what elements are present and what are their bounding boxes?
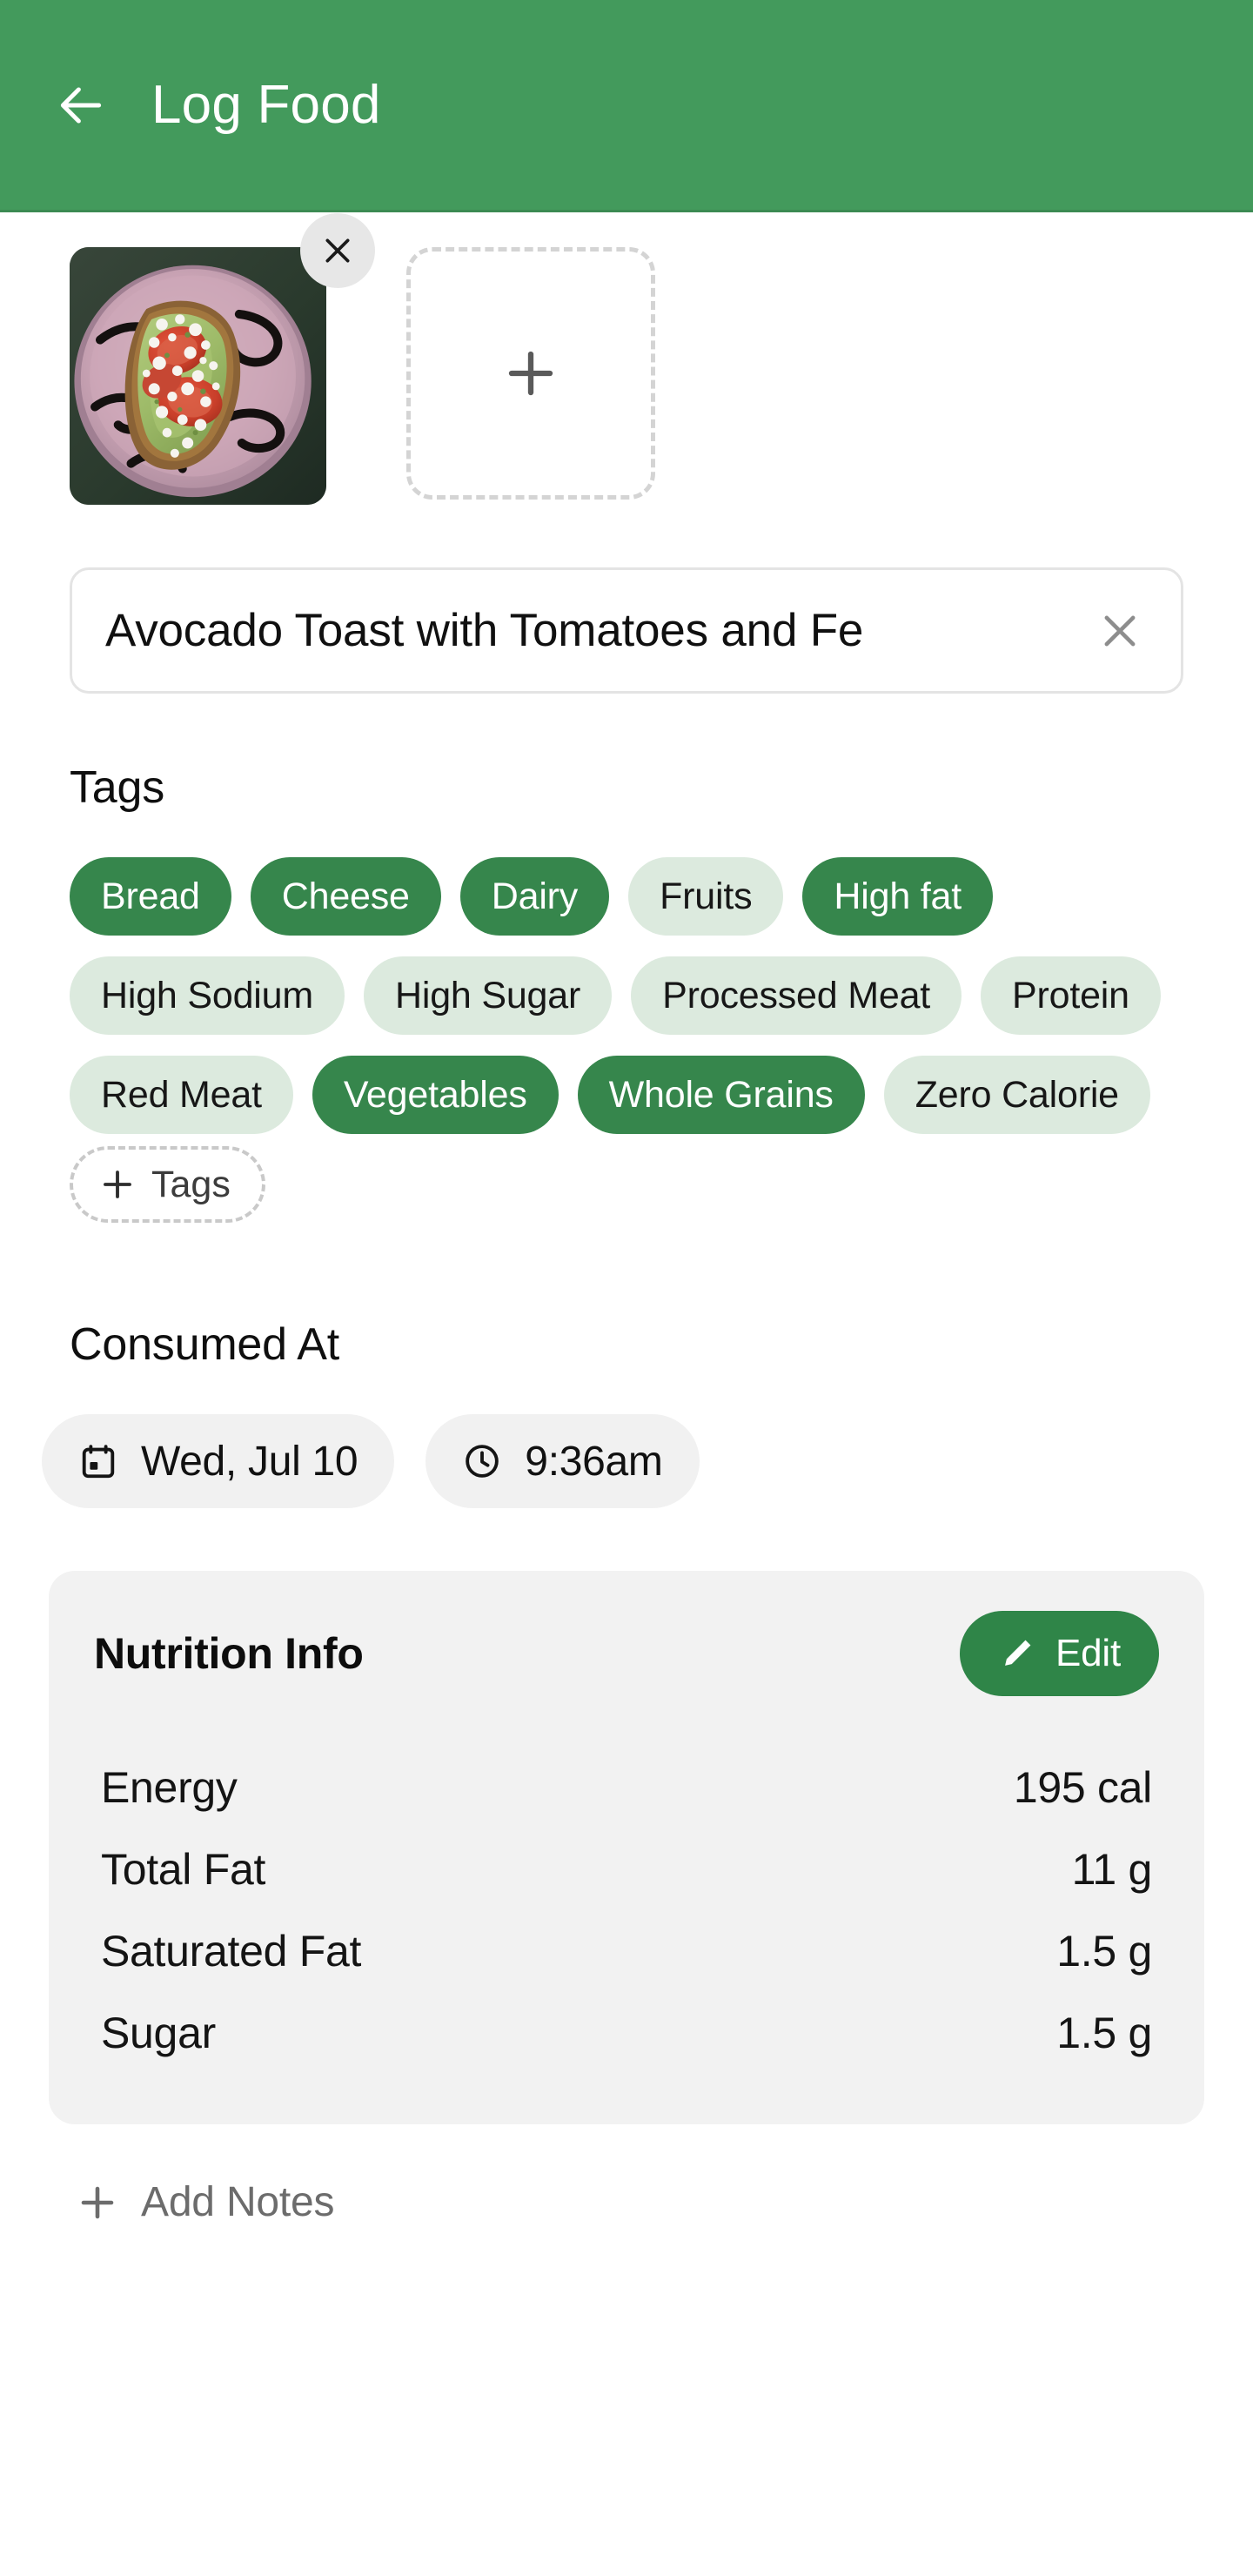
tag-dairy[interactable]: Dairy xyxy=(459,857,610,936)
food-name-field[interactable]: Avocado Toast with Tomatoes and Fe xyxy=(70,567,1183,694)
tag-fruits[interactable]: Fruits xyxy=(628,857,784,936)
tag-cheese[interactable]: Cheese xyxy=(250,857,441,936)
tag-vegetables[interactable]: Vegetables xyxy=(312,1056,559,1134)
nutrition-label: Total Fat xyxy=(101,1845,266,1894)
nutrition-row-energy: Energy 195 cal xyxy=(94,1747,1159,1828)
remove-photo-button[interactable] xyxy=(300,213,375,288)
food-photo-thumbnail[interactable] xyxy=(70,247,326,505)
tag-bread[interactable]: Bread xyxy=(70,857,231,936)
app-bar: Log Food xyxy=(0,0,1253,212)
nutrition-title: Nutrition Info xyxy=(94,1629,364,1678)
pencil-icon xyxy=(1005,1640,1031,1666)
nutrition-row-saturated-fat: Saturated Fat 1.5 g xyxy=(94,1910,1159,1992)
food-name-value: Avocado Toast with Tomatoes and Fe xyxy=(105,605,864,656)
food-photo-image xyxy=(70,247,326,505)
tag-high-sodium[interactable]: High Sodium xyxy=(70,956,345,1035)
page-title: Log Food xyxy=(151,74,381,135)
photo-strip xyxy=(0,212,1253,505)
nutrition-value: 1.5 g xyxy=(1056,2009,1152,2057)
clock-icon xyxy=(466,1445,499,1478)
consumed-at-chips: Wed, Jul 10 9:36am xyxy=(42,1414,1253,1508)
tag-whole-grains[interactable]: Whole Grains xyxy=(577,1056,865,1134)
add-tag-label: Tags xyxy=(151,1163,231,1205)
nutrition-label: Energy xyxy=(101,1763,238,1812)
time-value: 9:36am xyxy=(525,1438,663,1485)
tag-zero-calorie[interactable]: Zero Calorie xyxy=(883,1056,1150,1134)
close-icon xyxy=(325,238,350,263)
nutrition-row-sugar: Sugar 1.5 g xyxy=(94,1992,1159,2074)
plus-icon xyxy=(104,1171,131,1198)
plus-icon xyxy=(508,351,553,396)
tag-red-meat[interactable]: Red Meat xyxy=(70,1056,293,1134)
nutrition-row-total-fat: Total Fat 11 g xyxy=(94,1828,1159,1910)
nutrition-value: 11 g xyxy=(1071,1845,1153,1894)
tag-protein[interactable]: Protein xyxy=(981,956,1161,1035)
date-picker-chip[interactable]: Wed, Jul 10 xyxy=(42,1414,395,1508)
back-arrow-icon[interactable] xyxy=(54,78,108,132)
plus-icon xyxy=(81,2186,114,2218)
nutrition-value: 195 cal xyxy=(1013,1763,1152,1812)
nutrition-value: 1.5 g xyxy=(1056,1927,1152,1976)
date-value: Wed, Jul 10 xyxy=(141,1438,358,1485)
add-notes-label: Add Notes xyxy=(141,2179,335,2225)
tags-list: Bread Cheese Dairy Fruits High fat High … xyxy=(70,857,1183,1134)
tags-heading: Tags xyxy=(70,762,165,813)
edit-nutrition-button[interactable]: Edit xyxy=(959,1611,1159,1696)
tag-processed-meat[interactable]: Processed Meat xyxy=(631,956,962,1035)
edit-button-label: Edit xyxy=(1055,1632,1121,1674)
nutrition-info-card: Nutrition Info Edit Energy 195 cal Total… xyxy=(49,1571,1204,2124)
nutrition-card-header: Nutrition Info Edit xyxy=(94,1611,1159,1696)
consumed-at-heading: Consumed At xyxy=(70,1319,339,1370)
add-tag-button[interactable]: Tags xyxy=(70,1146,265,1223)
nutrition-label: Saturated Fat xyxy=(101,1927,362,1976)
clear-text-icon[interactable] xyxy=(1097,608,1142,654)
calendar-icon xyxy=(82,1445,115,1479)
tag-high-fat[interactable]: High fat xyxy=(802,857,994,936)
log-food-screen: Log Food Avocado Toast with Tomatoes and… xyxy=(0,0,1253,2576)
add-notes-button[interactable]: Add Notes xyxy=(77,2178,335,2226)
photo-thumbnail-wrapper xyxy=(70,213,375,505)
tag-high-sugar[interactable]: High Sugar xyxy=(363,956,613,1035)
add-photo-button[interactable] xyxy=(406,247,655,500)
time-picker-chip[interactable]: 9:36am xyxy=(425,1414,700,1508)
nutrition-label: Sugar xyxy=(101,2009,216,2057)
